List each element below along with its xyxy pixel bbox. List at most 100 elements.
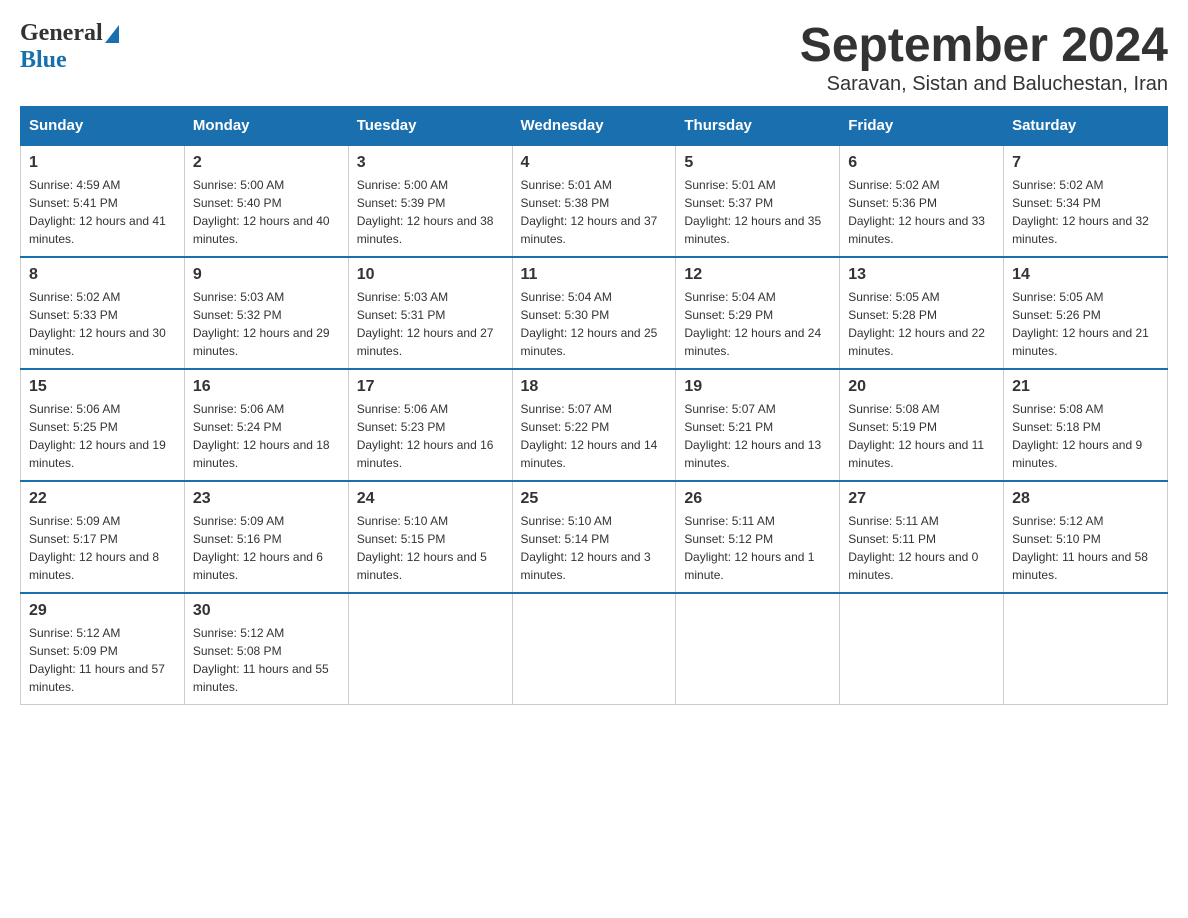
daylight-text: Daylight: 11 hours and 58 minutes. bbox=[1012, 550, 1148, 582]
table-row: 29 Sunrise: 5:12 AM Sunset: 5:09 PM Dayl… bbox=[21, 593, 185, 705]
table-row: 15 Sunrise: 5:06 AM Sunset: 5:25 PM Dayl… bbox=[21, 369, 185, 481]
daylight-text: Daylight: 12 hours and 14 minutes. bbox=[521, 438, 658, 470]
day-info: Sunrise: 5:12 AM Sunset: 5:09 PM Dayligh… bbox=[29, 624, 176, 696]
sunrise-text: Sunrise: 5:12 AM bbox=[29, 626, 120, 640]
sunrise-text: Sunrise: 5:10 AM bbox=[521, 514, 612, 528]
table-row: 4 Sunrise: 5:01 AM Sunset: 5:38 PM Dayli… bbox=[512, 145, 676, 257]
sunrise-text: Sunrise: 5:09 AM bbox=[193, 514, 284, 528]
sunrise-text: Sunrise: 5:04 AM bbox=[521, 290, 612, 304]
table-row: 5 Sunrise: 5:01 AM Sunset: 5:37 PM Dayli… bbox=[676, 145, 840, 257]
sunrise-text: Sunrise: 5:09 AM bbox=[29, 514, 120, 528]
table-row: 12 Sunrise: 5:04 AM Sunset: 5:29 PM Dayl… bbox=[676, 257, 840, 369]
calendar-subtitle: Saravan, Sistan and Baluchestan, Iran bbox=[800, 73, 1168, 96]
day-info: Sunrise: 5:02 AM Sunset: 5:34 PM Dayligh… bbox=[1012, 176, 1159, 248]
day-number: 6 bbox=[848, 154, 995, 172]
table-row bbox=[676, 593, 840, 705]
sunset-text: Sunset: 5:11 PM bbox=[848, 532, 936, 546]
sunrise-text: Sunrise: 5:03 AM bbox=[357, 290, 448, 304]
table-row: 21 Sunrise: 5:08 AM Sunset: 5:18 PM Dayl… bbox=[1004, 369, 1168, 481]
sunset-text: Sunset: 5:09 PM bbox=[29, 644, 118, 658]
day-info: Sunrise: 5:12 AM Sunset: 5:08 PM Dayligh… bbox=[193, 624, 340, 696]
header-thursday: Thursday bbox=[676, 106, 840, 145]
sunset-text: Sunset: 5:17 PM bbox=[29, 532, 118, 546]
sunrise-text: Sunrise: 5:07 AM bbox=[521, 402, 612, 416]
day-number: 5 bbox=[684, 154, 831, 172]
sunrise-text: Sunrise: 5:00 AM bbox=[193, 178, 284, 192]
table-row: 6 Sunrise: 5:02 AM Sunset: 5:36 PM Dayli… bbox=[840, 145, 1004, 257]
day-info: Sunrise: 5:10 AM Sunset: 5:14 PM Dayligh… bbox=[521, 512, 668, 584]
page-header: General Blue September 2024 Saravan, Sis… bbox=[20, 20, 1168, 96]
table-row: 13 Sunrise: 5:05 AM Sunset: 5:28 PM Dayl… bbox=[840, 257, 1004, 369]
daylight-text: Daylight: 12 hours and 32 minutes. bbox=[1012, 214, 1149, 246]
day-info: Sunrise: 5:06 AM Sunset: 5:24 PM Dayligh… bbox=[193, 400, 340, 472]
sunrise-text: Sunrise: 5:01 AM bbox=[684, 178, 775, 192]
day-info: Sunrise: 5:07 AM Sunset: 5:22 PM Dayligh… bbox=[521, 400, 668, 472]
day-info: Sunrise: 5:06 AM Sunset: 5:23 PM Dayligh… bbox=[357, 400, 504, 472]
sunset-text: Sunset: 5:16 PM bbox=[193, 532, 282, 546]
sunset-text: Sunset: 5:33 PM bbox=[29, 308, 118, 322]
day-info: Sunrise: 5:01 AM Sunset: 5:37 PM Dayligh… bbox=[684, 176, 831, 248]
header-sunday: Sunday bbox=[21, 106, 185, 145]
table-row: 10 Sunrise: 5:03 AM Sunset: 5:31 PM Dayl… bbox=[348, 257, 512, 369]
day-info: Sunrise: 5:01 AM Sunset: 5:38 PM Dayligh… bbox=[521, 176, 668, 248]
sunset-text: Sunset: 5:21 PM bbox=[684, 420, 773, 434]
daylight-text: Daylight: 12 hours and 24 minutes. bbox=[684, 326, 821, 358]
day-info: Sunrise: 5:03 AM Sunset: 5:32 PM Dayligh… bbox=[193, 288, 340, 360]
daylight-text: Daylight: 12 hours and 21 minutes. bbox=[1012, 326, 1149, 358]
sunset-text: Sunset: 5:28 PM bbox=[848, 308, 937, 322]
sunset-text: Sunset: 5:40 PM bbox=[193, 196, 282, 210]
calendar-table: Sunday Monday Tuesday Wednesday Thursday… bbox=[20, 106, 1168, 705]
sunrise-text: Sunrise: 5:02 AM bbox=[29, 290, 120, 304]
sunset-text: Sunset: 5:41 PM bbox=[29, 196, 118, 210]
header-friday: Friday bbox=[840, 106, 1004, 145]
table-row: 3 Sunrise: 5:00 AM Sunset: 5:39 PM Dayli… bbox=[348, 145, 512, 257]
header-saturday: Saturday bbox=[1004, 106, 1168, 145]
day-number: 11 bbox=[521, 266, 668, 284]
day-info: Sunrise: 5:05 AM Sunset: 5:26 PM Dayligh… bbox=[1012, 288, 1159, 360]
day-number: 1 bbox=[29, 154, 176, 172]
table-row: 17 Sunrise: 5:06 AM Sunset: 5:23 PM Dayl… bbox=[348, 369, 512, 481]
calendar-title: September 2024 bbox=[800, 20, 1168, 73]
sunset-text: Sunset: 5:36 PM bbox=[848, 196, 937, 210]
daylight-text: Daylight: 11 hours and 55 minutes. bbox=[193, 662, 329, 694]
table-row: 11 Sunrise: 5:04 AM Sunset: 5:30 PM Dayl… bbox=[512, 257, 676, 369]
calendar-week-row: 29 Sunrise: 5:12 AM Sunset: 5:09 PM Dayl… bbox=[21, 593, 1168, 705]
daylight-text: Daylight: 12 hours and 13 minutes. bbox=[684, 438, 821, 470]
sunrise-text: Sunrise: 5:10 AM bbox=[357, 514, 448, 528]
daylight-text: Daylight: 12 hours and 11 minutes. bbox=[848, 438, 984, 470]
calendar-week-row: 8 Sunrise: 5:02 AM Sunset: 5:33 PM Dayli… bbox=[21, 257, 1168, 369]
day-number: 4 bbox=[521, 154, 668, 172]
table-row: 20 Sunrise: 5:08 AM Sunset: 5:19 PM Dayl… bbox=[840, 369, 1004, 481]
table-row: 22 Sunrise: 5:09 AM Sunset: 5:17 PM Dayl… bbox=[21, 481, 185, 593]
logo-general-text: General bbox=[20, 20, 103, 47]
table-row: 25 Sunrise: 5:10 AM Sunset: 5:14 PM Dayl… bbox=[512, 481, 676, 593]
day-info: Sunrise: 5:02 AM Sunset: 5:36 PM Dayligh… bbox=[848, 176, 995, 248]
table-row bbox=[1004, 593, 1168, 705]
daylight-text: Daylight: 12 hours and 27 minutes. bbox=[357, 326, 494, 358]
day-info: Sunrise: 5:02 AM Sunset: 5:33 PM Dayligh… bbox=[29, 288, 176, 360]
daylight-text: Daylight: 12 hours and 22 minutes. bbox=[848, 326, 985, 358]
day-number: 14 bbox=[1012, 266, 1159, 284]
table-row: 2 Sunrise: 5:00 AM Sunset: 5:40 PM Dayli… bbox=[184, 145, 348, 257]
sunset-text: Sunset: 5:25 PM bbox=[29, 420, 118, 434]
day-info: Sunrise: 5:04 AM Sunset: 5:30 PM Dayligh… bbox=[521, 288, 668, 360]
daylight-text: Daylight: 12 hours and 29 minutes. bbox=[193, 326, 330, 358]
sunrise-text: Sunrise: 5:02 AM bbox=[848, 178, 939, 192]
table-row bbox=[348, 593, 512, 705]
day-number: 10 bbox=[357, 266, 504, 284]
day-number: 29 bbox=[29, 602, 176, 620]
daylight-text: Daylight: 12 hours and 41 minutes. bbox=[29, 214, 166, 246]
title-block: September 2024 Saravan, Sistan and Baluc… bbox=[800, 20, 1168, 96]
daylight-text: Daylight: 12 hours and 5 minutes. bbox=[357, 550, 487, 582]
day-number: 25 bbox=[521, 490, 668, 508]
day-info: Sunrise: 5:05 AM Sunset: 5:28 PM Dayligh… bbox=[848, 288, 995, 360]
day-number: 23 bbox=[193, 490, 340, 508]
table-row: 23 Sunrise: 5:09 AM Sunset: 5:16 PM Dayl… bbox=[184, 481, 348, 593]
sunset-text: Sunset: 5:15 PM bbox=[357, 532, 446, 546]
sunrise-text: Sunrise: 5:05 AM bbox=[1012, 290, 1103, 304]
logo-triangle-icon bbox=[105, 25, 119, 43]
day-number: 12 bbox=[684, 266, 831, 284]
sunrise-text: Sunrise: 5:11 AM bbox=[684, 514, 775, 528]
sunrise-text: Sunrise: 5:11 AM bbox=[848, 514, 939, 528]
sunrise-text: Sunrise: 5:01 AM bbox=[521, 178, 612, 192]
